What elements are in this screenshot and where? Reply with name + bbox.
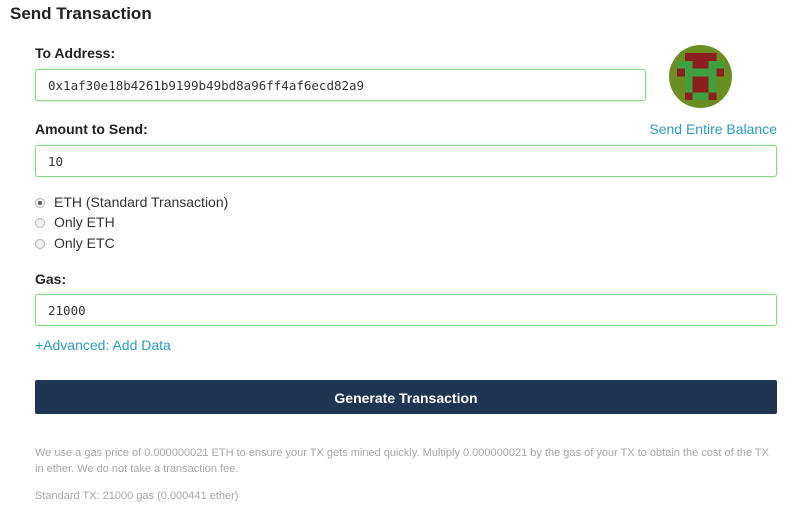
amount-label: Amount to Send: [35,121,148,137]
advanced-add-data-link[interactable]: +Advanced: Add Data [35,337,171,353]
identicon-avatar-icon [669,45,732,108]
radio-checked-icon[interactable] [35,197,45,208]
generate-transaction-button[interactable]: Generate Transaction [35,380,777,414]
radio-only-etc[interactable]: Only ETC [35,233,115,253]
radio-unchecked-icon[interactable] [35,238,45,249]
to-address-label: To Address: [35,45,116,61]
gas-input[interactable] [35,294,777,326]
gas-label: Gas: [35,271,67,287]
radio-unchecked-icon[interactable] [35,217,45,228]
radio-label: Only ETH [54,214,115,230]
standard-tx-note: Standard TX: 21000 gas (0.000441 ether) [35,490,239,502]
amount-input[interactable] [35,145,777,177]
page-title: Send Transaction [10,4,152,23]
radio-eth-standard[interactable]: ETH (Standard Transaction) [35,192,228,212]
radio-label: Only ETC [54,235,115,251]
send-entire-balance-link[interactable]: Send Entire Balance [649,121,777,137]
to-address-input[interactable] [35,69,646,101]
radio-only-eth[interactable]: Only ETH [35,212,115,232]
gas-price-note: We use a gas price of 0.000000021 ETH to… [35,447,769,475]
radio-label: ETH (Standard Transaction) [54,194,229,210]
